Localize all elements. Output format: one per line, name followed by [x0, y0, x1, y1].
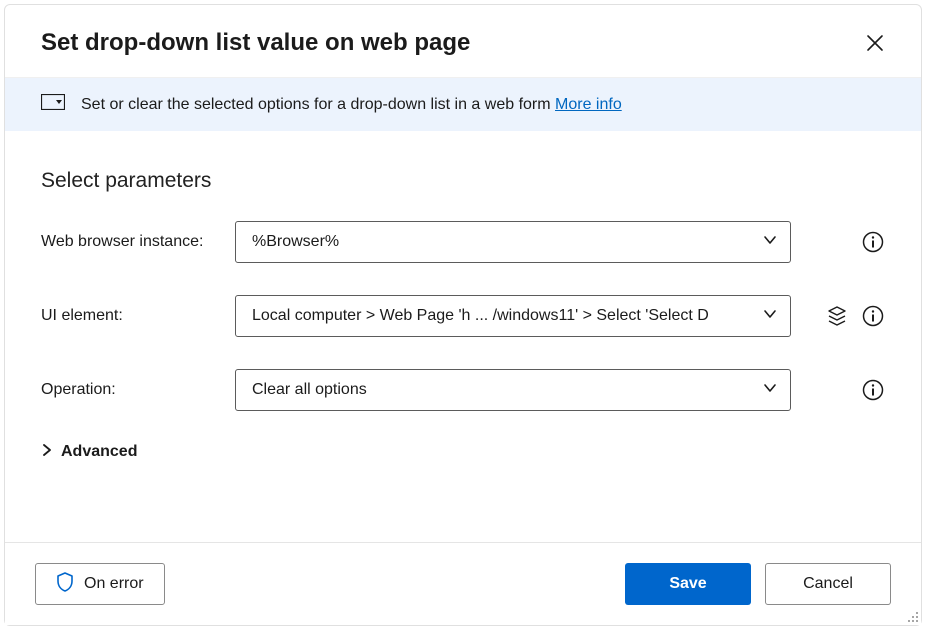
more-info-link[interactable]: More info: [555, 96, 622, 113]
layers-icon: [826, 305, 848, 327]
info-icon: [862, 305, 884, 327]
banner-text: Set or clear the selected options for a …: [81, 96, 622, 114]
operation-select[interactable]: Clear all options: [235, 369, 791, 411]
field-row-browser: Web browser instance: %Browser%: [41, 221, 885, 263]
operation-trailing: [799, 378, 885, 402]
chevron-right-icon: [41, 443, 53, 461]
resize-grip-icon[interactable]: [905, 609, 919, 623]
browser-select-value: %Browser%: [252, 233, 762, 251]
on-error-label: On error: [84, 575, 144, 593]
uielement-trailing: [799, 304, 885, 328]
chevron-down-icon: [762, 380, 778, 401]
chevron-down-icon: [762, 306, 778, 327]
operation-info-button[interactable]: [861, 378, 885, 402]
browser-info-button[interactable]: [861, 230, 885, 254]
uielement-info-button[interactable]: [861, 304, 885, 328]
section-title: Select parameters: [41, 169, 885, 193]
shield-icon: [56, 572, 74, 597]
browser-select[interactable]: %Browser%: [235, 221, 791, 263]
close-button[interactable]: [859, 27, 891, 59]
dialog: Set drop-down list value on web page Set…: [4, 4, 922, 626]
content-area: Select parameters Web browser instance: …: [5, 131, 921, 542]
save-button[interactable]: Save: [625, 563, 751, 605]
browser-label: Web browser instance:: [41, 233, 227, 251]
field-row-operation: Operation: Clear all options: [41, 369, 885, 411]
info-icon: [862, 231, 884, 253]
uielement-select-value: Local computer > Web Page 'h ... /window…: [252, 307, 762, 325]
browser-trailing: [799, 230, 885, 254]
dialog-footer: On error Save Cancel: [5, 542, 921, 625]
uielement-picker-button[interactable]: [825, 304, 849, 328]
advanced-toggle[interactable]: Advanced: [41, 443, 885, 461]
uielement-label: UI element:: [41, 307, 227, 325]
dialog-title: Set drop-down list value on web page: [41, 29, 470, 57]
dialog-header: Set drop-down list value on web page: [5, 5, 921, 77]
advanced-label: Advanced: [61, 443, 137, 461]
field-row-uielement: UI element: Local computer > Web Page 'h…: [41, 295, 885, 337]
operation-label: Operation:: [41, 381, 227, 399]
banner-text-content: Set or clear the selected options for a …: [81, 96, 555, 113]
info-icon: [862, 379, 884, 401]
footer-right: Save Cancel: [625, 563, 891, 605]
info-banner: Set or clear the selected options for a …: [5, 77, 921, 131]
dropdown-glyph-icon: [41, 94, 65, 115]
operation-select-value: Clear all options: [252, 381, 762, 399]
on-error-button[interactable]: On error: [35, 563, 165, 605]
cancel-button[interactable]: Cancel: [765, 563, 891, 605]
chevron-down-icon: [762, 232, 778, 253]
uielement-select[interactable]: Local computer > Web Page 'h ... /window…: [235, 295, 791, 337]
close-icon: [866, 34, 884, 52]
